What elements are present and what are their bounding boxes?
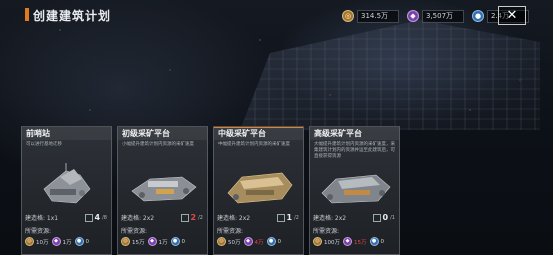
crystal-icon: ◆ [147,237,157,246]
count-max: /1 [390,214,395,221]
cost-crystal: 4万 [254,239,264,246]
cost-gold: 10万 [36,239,49,246]
card-description: 中幅提升建筑计划内资源的采矿速度 [218,142,290,147]
basic-mining-ship-image [131,176,197,202]
build-grid-label: 建造格: 1x1 [25,215,59,222]
cost-gold: 15万 [132,239,145,246]
card-title: 初级采矿平台 [118,127,207,140]
gold-icon: ◎ [25,237,34,246]
cost-gas: 0 [277,238,282,245]
count-max: /2 [198,214,203,221]
card-title: 高级采矿平台 [310,127,399,140]
count-max: /2 [294,214,299,221]
required-resources-label: 所需资源: [25,228,52,235]
gold-icon: ◎ [121,237,130,246]
title-accent-bar [25,8,29,21]
cost-row: ◎ 50万 ◆ 4万 ● 0 [217,237,281,246]
building-card-advanced-mining[interactable]: 高级采矿平台 大幅提升建筑计划内资源的采矿速度，采集建筑计划内的资源并运至此建筑… [309,126,400,255]
build-count: 2 /2 [180,213,203,222]
gas-icon: ● [74,237,84,246]
close-button[interactable]: ✕ [498,6,526,25]
build-count: 0 /1 [372,213,395,222]
count-current: 4 [94,213,101,222]
build-grid-label: 建造格: 2x2 [313,215,347,222]
card-title: 中级采矿平台 [214,127,303,140]
card-description: 可以进行基地迁移 [26,142,62,147]
gas-icon: ● [266,237,276,246]
building-icon [180,213,189,222]
crystal-icon: ◆ [407,10,419,22]
build-count: 1 /2 [276,213,299,222]
cost-crystal: 1万 [62,239,72,246]
gold-icon: ◎ [217,237,226,246]
count-current: 0 [382,213,389,222]
resource-value: 314.5万 [357,9,399,23]
page-title: 创建建筑计划 [33,9,112,23]
building-card-mid-mining[interactable]: 中级采矿平台 中幅提升建筑计划内资源的采矿速度 建造格: 2x2 1 /2 所需… [213,126,304,255]
resource-value: 3,507万 [422,9,464,23]
cost-row: ◎ 100万 ◆ 15万 ● 0 [313,237,384,246]
build-grid-label: 建造格: 2x2 [217,215,251,222]
cost-gold: 100万 [324,239,340,246]
build-count: 4 /8 [84,213,107,222]
crystal-icon: ◆ [243,237,253,246]
card-description: 小幅提升建筑计划内资源的采矿速度 [122,142,194,147]
header: 创建建筑计划 ◎ 314.5万 ◆ 3,507万 ● 2.4万 ✕ [0,0,553,30]
gas-icon: ● [170,237,180,246]
cost-gold: 50万 [228,239,241,246]
card-title: 前哨站 [22,127,111,140]
crystal-icon: ◆ [343,237,352,246]
card-description: 大幅提升建筑计划内资源的采矿速度，采集建筑计划内的资源并运至此建筑后，可直接获得… [314,142,395,159]
resource-gold: ◎ 314.5万 [342,9,399,23]
cost-gas: 0 [181,238,186,245]
resource-crystal: ◆ 3,507万 [407,9,464,23]
cost-row: ◎ 10万 ◆ 1万 ● 0 [25,237,89,246]
cost-gas: 0 [380,238,385,245]
building-icon [372,213,381,222]
count-current: 2 [190,213,197,222]
gold-icon: ◎ [313,237,322,246]
required-resources-label: 所需资源: [121,228,148,235]
building-card-outpost[interactable]: 前哨站 可以进行基地迁移 建造格: 1x1 4 /8 所需资源: ◎ 10万 ◆ 1… [21,126,112,255]
required-resources-label: 所需资源: [217,228,244,235]
cost-crystal: 1万 [158,239,168,246]
cost-row: ◎ 15万 ◆ 1万 ● 0 [121,237,185,246]
build-grid-label: 建造格: 2x2 [121,215,155,222]
outpost-ship-image [43,163,91,204]
mid-mining-ship-image [227,172,293,204]
cost-gas: 0 [85,238,90,245]
gold-icon: ◎ [342,10,354,22]
advanced-mining-ship-image [321,174,391,204]
gas-icon: ● [369,237,379,246]
count-max: /8 [102,214,107,221]
crystal-icon: ◆ [51,237,61,246]
building-icon [276,213,285,222]
required-resources-label: 所需资源: [313,228,340,235]
cost-crystal: 15万 [354,239,367,246]
count-current: 1 [286,213,293,222]
gas-icon: ● [472,10,484,22]
building-icon [84,213,93,222]
building-card-basic-mining[interactable]: 初级采矿平台 小幅提升建筑计划内资源的采矿速度 建造格: 2x2 2 /2 所需… [117,126,208,255]
